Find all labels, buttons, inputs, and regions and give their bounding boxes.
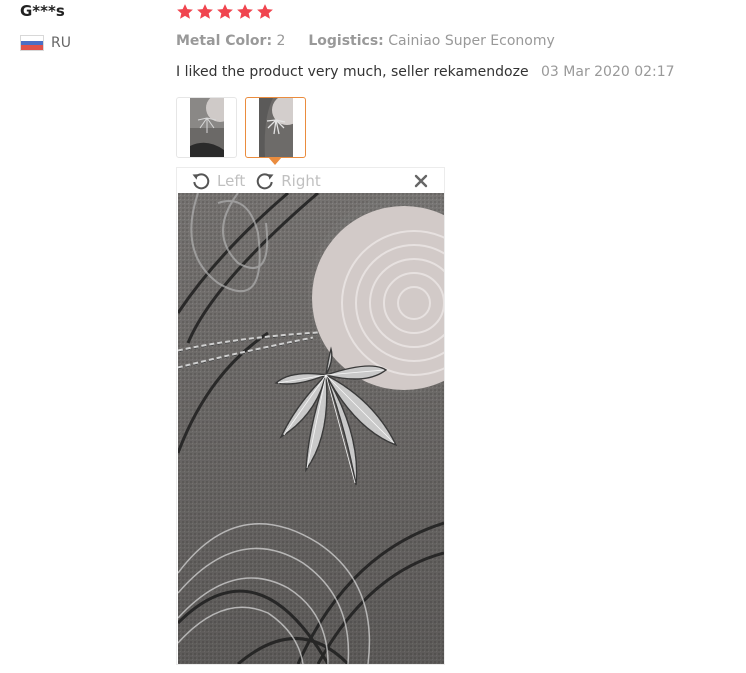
rotate-left-icon — [192, 173, 210, 190]
rotate-left-label: Left — [217, 172, 246, 190]
star-icon — [197, 4, 213, 19]
user-name: G***s — [20, 2, 65, 20]
star-icon — [177, 4, 193, 19]
review-photo-large — [178, 193, 444, 664]
metal-color-label: Metal Color: — [176, 33, 273, 49]
thumb-image-2 — [258, 98, 293, 157]
country-code: RU — [51, 35, 71, 51]
thumb-pointer — [268, 157, 282, 165]
rotate-right-icon — [256, 173, 274, 190]
logistics-value: Cainiao Super Economy — [388, 33, 555, 49]
user-country: RU — [20, 35, 71, 51]
logistics-label: Logistics: — [308, 33, 384, 49]
flag-ru-icon — [20, 35, 44, 51]
thumb-image-1 — [189, 98, 224, 157]
star-rating — [176, 3, 274, 21]
review-photo-thumb-1[interactable] — [176, 97, 237, 158]
photo-viewer: Left Right — [176, 167, 445, 665]
star-icon — [237, 4, 253, 19]
rotate-right-label: Right — [281, 172, 321, 190]
review-body: I liked the product very much, seller re… — [176, 64, 675, 80]
close-icon[interactable] — [412, 172, 430, 190]
star-icon — [257, 4, 273, 19]
viewer-toolbar: Left Right — [177, 168, 444, 194]
rotate-right-button[interactable]: Right — [255, 171, 321, 191]
review-meta: Metal Color: 2 Logistics: Cainiao Super … — [176, 33, 555, 49]
review-text: I liked the product very much, seller re… — [176, 64, 529, 80]
review-date: 03 Mar 2020 02:17 — [541, 64, 675, 80]
review-photo-thumb-2[interactable] — [245, 97, 306, 158]
rotate-left-button[interactable]: Left — [191, 171, 245, 191]
star-icon — [217, 4, 233, 19]
metal-color-value: 2 — [276, 33, 286, 49]
